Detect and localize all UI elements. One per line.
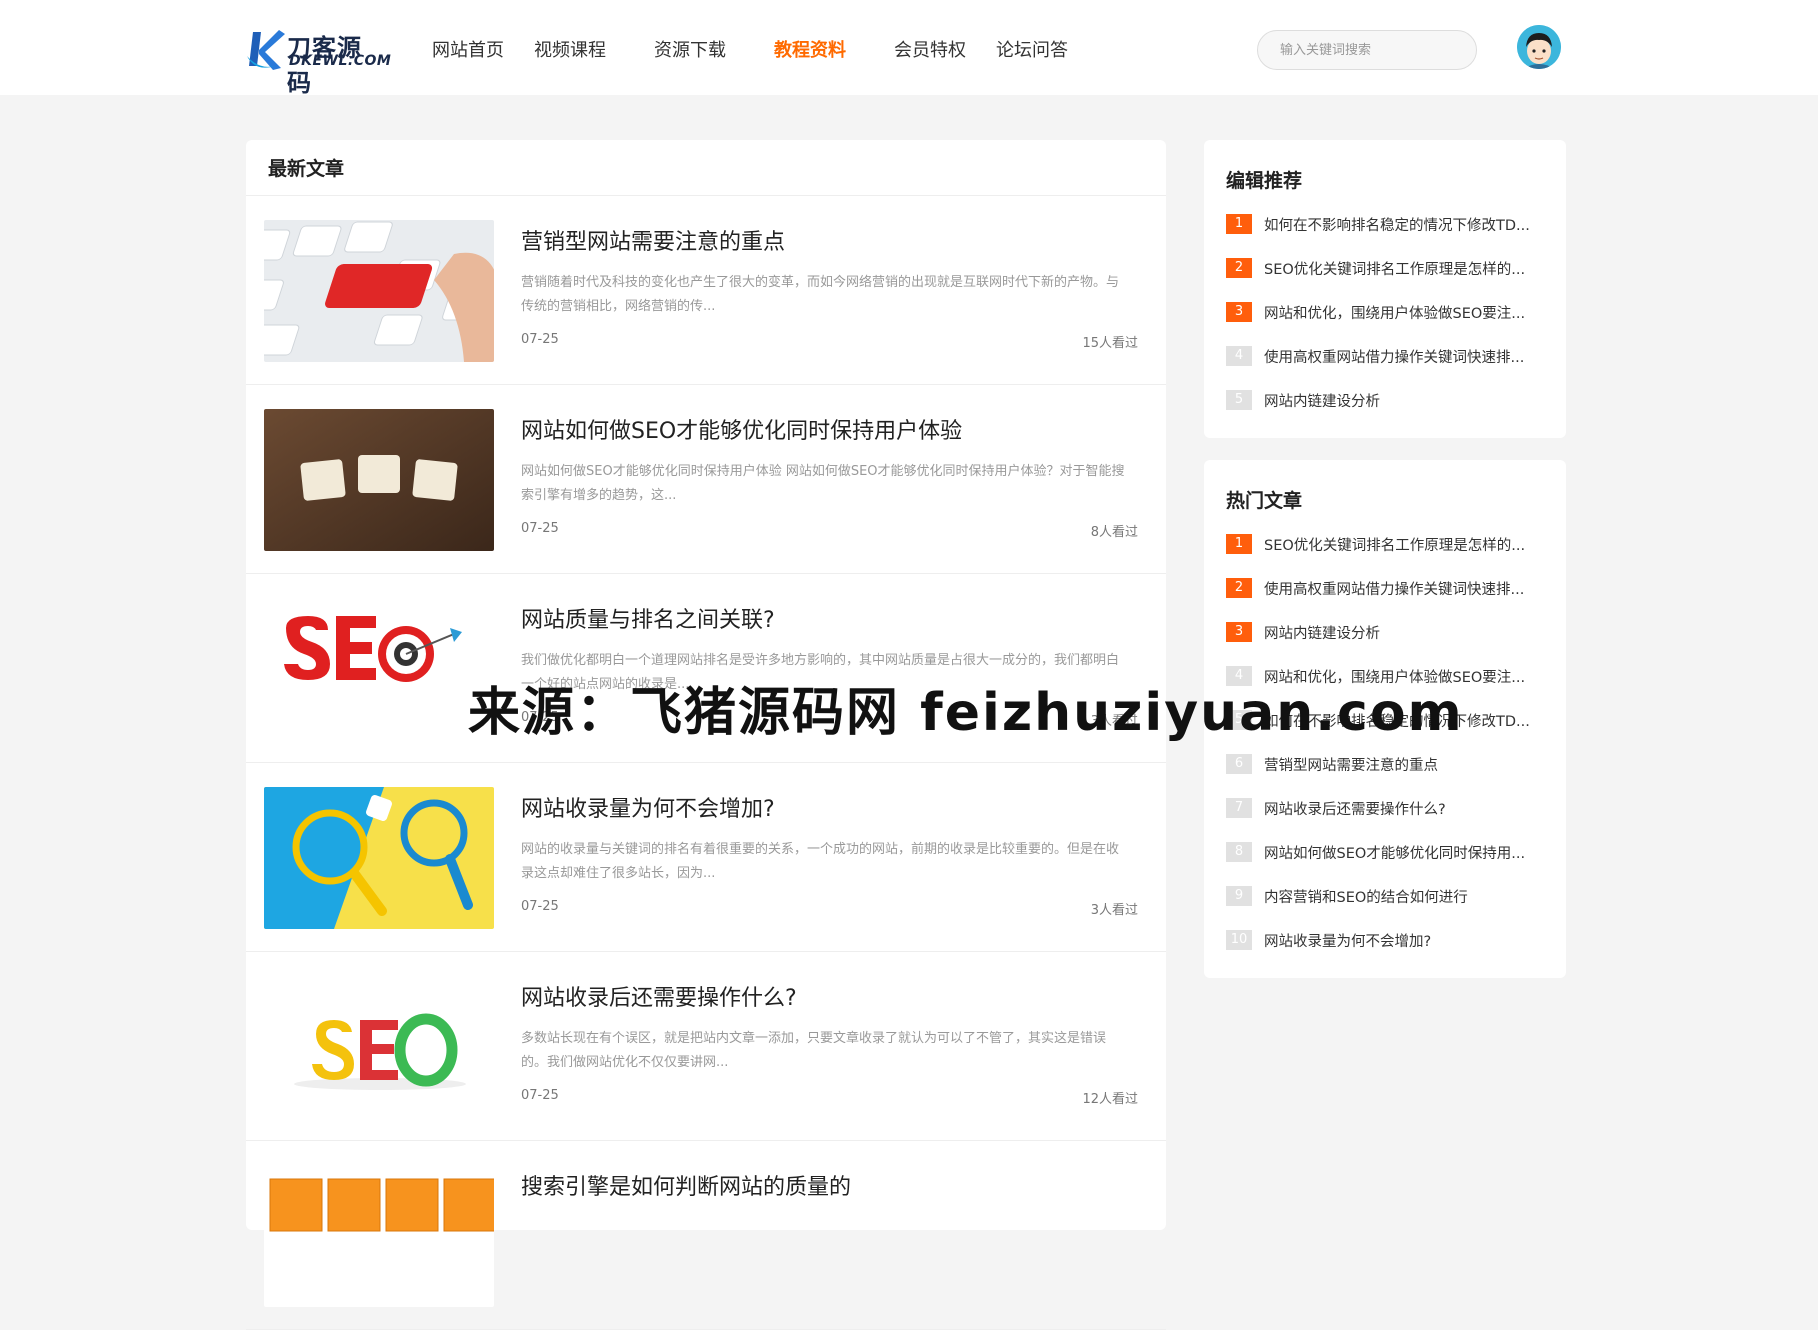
article-thumbnail[interactable] (264, 787, 494, 929)
rank-item[interactable]: 3 网站和优化，围绕用户体验做SEO要注... (1226, 300, 1556, 324)
rank-link[interactable]: 使用高权重网站借力操作关键词快速排... (1264, 578, 1524, 599)
rank-number: 7 (1226, 798, 1252, 818)
nav-item-home[interactable]: 网站首页 (432, 36, 504, 62)
rank-link[interactable]: SEO优化关键词排名工作原理是怎样的... (1264, 258, 1525, 279)
logo-k-icon (247, 30, 285, 70)
rank-number: 5 (1226, 390, 1252, 410)
rank-link[interactable]: 如何在不影响排名稳定的情况下修改TD... (1264, 214, 1530, 235)
rank-item[interactable]: 2 使用高权重网站借力操作关键词快速排... (1226, 576, 1556, 600)
article-title[interactable]: 网站收录后还需要操作什么? (521, 980, 797, 1012)
nav-item-video[interactable]: 视频课程 (534, 36, 606, 62)
article-excerpt: 营销随着时代及科技的变化也产生了很大的变革，而如今网络营销的出现就是互联网时代下… (521, 275, 1120, 314)
logo-sub-text: DKEWL.COM (289, 53, 392, 69)
rank-number: 9 (1226, 886, 1252, 906)
rank-link[interactable]: 网站收录量为何不会增加? (1264, 930, 1431, 951)
rank-number: 6 (1226, 754, 1252, 774)
search-input[interactable] (1257, 30, 1477, 70)
rank-item[interactable]: 1 如何在不影响排名稳定的情况下修改TD... (1226, 212, 1556, 236)
seo-colorful-letters-image (264, 976, 494, 1118)
rank-link[interactable]: SEO优化关键词排名工作原理是怎样的... (1264, 534, 1525, 555)
rank-number: 2 (1226, 258, 1252, 278)
rank-number: 1 (1226, 214, 1252, 234)
seo-keyboard-image (264, 220, 494, 362)
article-thumbnail[interactable] (264, 220, 494, 362)
editor-picks-panel: 编辑推荐 1 如何在不影响排名稳定的情况下修改TD... 2 SEO优化关键词排… (1204, 140, 1566, 438)
nav-item-tutorial[interactable]: 教程资料 (774, 36, 846, 62)
rank-number: 4 (1226, 346, 1252, 366)
article-date: 07-25 (521, 899, 559, 914)
seo-orange-cubes-image (264, 1165, 494, 1307)
rank-link[interactable]: 网站内链建设分析 (1264, 622, 1380, 643)
watermark-text: 来源：飞猪源码网 feizhuziyuan.com (468, 683, 1464, 743)
article-title[interactable]: 网站如何做SEO才能够优化同时保持用户体验 (521, 413, 962, 445)
article-thumbnail[interactable] (264, 976, 494, 1118)
nav-item-forum[interactable]: 论坛问答 (996, 36, 1068, 62)
article-date: 07-25 (521, 1088, 559, 1103)
article-item[interactable]: 网站收录量为何不会增加? 网站的收录量与关键词的排名有着很重要的关系，一个成功的… (246, 763, 1166, 952)
rank-link[interactable]: 营销型网站需要注意的重点 (1264, 754, 1438, 775)
rank-number: 3 (1226, 622, 1252, 642)
site-logo[interactable]: 刀客源码 DKEWL.COM (245, 26, 391, 97)
top-header: 刀客源码 DKEWL.COM 网站首页 视频课程 资源下载 教程资料 会员特权 … (0, 0, 1818, 97)
article-title[interactable]: 营销型网站需要注意的重点 (521, 224, 785, 256)
rank-link[interactable]: 使用高权重网站借力操作关键词快速排... (1264, 346, 1524, 367)
rank-link[interactable]: 网站收录后还需要操作什么? (1264, 798, 1446, 819)
article-date: 07-25 (521, 332, 559, 347)
hot-articles-title: 热门文章 (1226, 490, 1303, 512)
rank-item[interactable]: 8 网站如何做SEO才能够优化同时保持用... (1226, 840, 1556, 864)
article-excerpt: 网站的收录量与关键词的排名有着很重要的关系，一个成功的网站，前期的收录是比较重要… (521, 842, 1120, 881)
rank-item[interactable]: 6 营销型网站需要注意的重点 (1226, 752, 1556, 776)
rank-item[interactable]: 9 内容营销和SEO的结合如何进行 (1226, 884, 1556, 908)
user-avatar[interactable] (1517, 25, 1561, 69)
rank-number: 2 (1226, 578, 1252, 598)
article-item[interactable]: 营销型网站需要注意的重点 营销随着时代及科技的变化也产生了很大的变革，而如今网络… (246, 196, 1166, 385)
article-date: 07-25 (521, 521, 559, 536)
rank-link[interactable]: 内容营销和SEO的结合如何进行 (1264, 886, 1468, 907)
seo-wood-tiles-image (264, 409, 494, 551)
rank-item[interactable]: 7 网站收录后还需要操作什么? (1226, 796, 1556, 820)
article-title[interactable]: 网站质量与排名之间关联? (521, 602, 775, 634)
rank-item[interactable]: 3 网站内链建设分析 (1226, 620, 1556, 644)
latest-articles-title: 最新文章 (268, 158, 345, 180)
rank-number: 3 (1226, 302, 1252, 322)
seo-target-image (264, 598, 494, 740)
article-item[interactable]: 网站如何做SEO才能够优化同时保持用户体验 网站如何做SEO才能够优化同时保持用… (246, 385, 1166, 574)
avatar-face-icon (1517, 25, 1561, 69)
article-views: 8人看过 (1090, 525, 1138, 540)
rank-item[interactable]: 5 网站内链建设分析 (1226, 388, 1556, 412)
rank-item[interactable]: 1 SEO优化关键词排名工作原理是怎样的... (1226, 532, 1556, 556)
article-views: 3人看过 (1090, 903, 1138, 918)
rank-item[interactable]: 2 SEO优化关键词排名工作原理是怎样的... (1226, 256, 1556, 280)
article-item[interactable]: 网站收录后还需要操作什么? 多数站长现在有个误区，就是把站内文章一添加，只要文章… (246, 952, 1166, 1141)
rank-item[interactable]: 10 网站收录量为何不会增加? (1226, 928, 1556, 952)
article-views: 15人看过 (1082, 336, 1138, 351)
nav-item-vip[interactable]: 会员特权 (894, 36, 966, 62)
article-thumbnail[interactable] (264, 598, 494, 740)
rank-number: 1 (1226, 534, 1252, 554)
article-item[interactable]: 搜索引擎是如何判断网站的质量的 (246, 1141, 1166, 1330)
article-excerpt: 网站如何做SEO才能够优化同时保持用户体验 网站如何做SEO才能够优化同时保持用… (521, 464, 1125, 503)
rank-item[interactable]: 4 使用高权重网站借力操作关键词快速排... (1226, 344, 1556, 368)
rank-link[interactable]: 网站和优化，围绕用户体验做SEO要注... (1264, 302, 1525, 323)
article-views: 12人看过 (1082, 1092, 1138, 1107)
article-thumbnail[interactable] (264, 1165, 494, 1307)
article-thumbnail[interactable] (264, 409, 494, 551)
article-title[interactable]: 网站收录量为何不会增加? (521, 791, 775, 823)
rank-number: 10 (1226, 930, 1252, 950)
article-excerpt: 多数站长现在有个误区，就是把站内文章一添加，只要文章收录了就认为可以了不管了，其… (521, 1031, 1107, 1070)
rank-number: 8 (1226, 842, 1252, 862)
seo-magnifier-image (264, 787, 494, 929)
nav-item-download[interactable]: 资源下载 (654, 36, 726, 62)
editor-picks-title: 编辑推荐 (1226, 170, 1303, 192)
rank-link[interactable]: 网站如何做SEO才能够优化同时保持用... (1264, 842, 1525, 863)
rank-link[interactable]: 网站内链建设分析 (1264, 390, 1380, 411)
article-title[interactable]: 搜索引擎是如何判断网站的质量的 (521, 1169, 851, 1201)
